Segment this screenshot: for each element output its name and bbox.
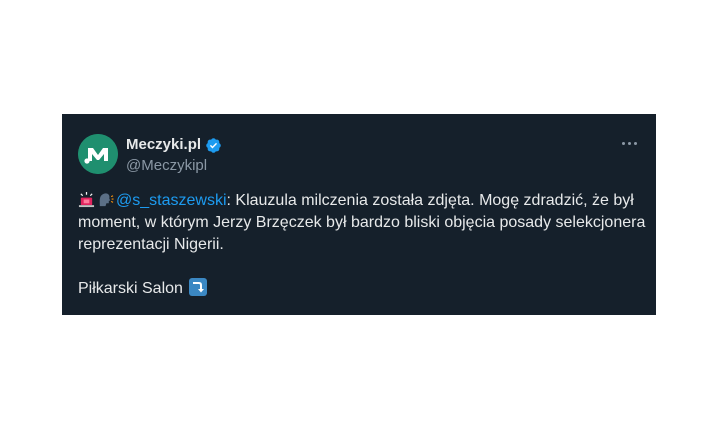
- more-options-button[interactable]: [622, 140, 640, 146]
- avatar[interactable]: [78, 134, 118, 174]
- mention-link[interactable]: @s_staszewski: [116, 192, 227, 209]
- police-light-icon: [78, 191, 95, 208]
- more-options-icon-dot: [634, 141, 637, 145]
- author-info: Meczyki.pl @Meczykipl: [126, 135, 222, 176]
- display-name[interactable]: Meczyki.pl: [126, 135, 201, 155]
- tweet-card[interactable]: Meczyki.pl @Meczykipl @s_staszewski: Kla…: [62, 114, 656, 315]
- tweet-paragraph: @s_staszewski: Klauzula milczenia został…: [78, 190, 648, 256]
- verified-badge-icon: [206, 137, 221, 153]
- handle[interactable]: @Meczykipl: [126, 156, 222, 176]
- meczyki-logo-icon: [78, 134, 118, 174]
- more-options-icon-dot: [622, 141, 625, 145]
- more-options-icon-dot: [628, 141, 631, 145]
- right-arrow-curving-down-icon: [189, 278, 208, 296]
- tweet-signature-line: Piłkarski Salon: [78, 278, 648, 300]
- tweet-text: @s_staszewski: Klauzula milczenia został…: [78, 190, 648, 300]
- tweet-signature: Piłkarski Salon: [78, 280, 183, 297]
- speaking-head-icon: [99, 193, 114, 207]
